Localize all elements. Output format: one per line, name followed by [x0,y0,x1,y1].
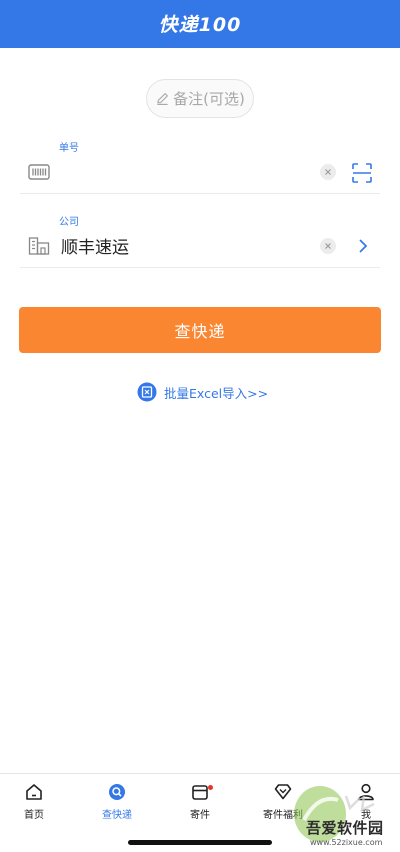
barcode-icon [28,164,50,180]
tab-query[interactable]: 查快递 [77,782,157,821]
pencil-icon [157,93,169,105]
tab-query-label: 查快递 [102,810,132,821]
tab-home[interactable]: 首页 [0,782,74,821]
scan-icon[interactable] [351,162,373,184]
tracking-number-input[interactable] [59,158,299,186]
tab-send-label: 寄件 [190,810,210,821]
tracking-field-row [20,150,380,194]
tab-home-label: 首页 [24,810,44,821]
app-header: 快递100 [0,0,400,48]
clear-company-icon[interactable] [320,238,336,254]
clear-tracking-icon[interactable] [320,164,336,180]
home-icon [26,784,42,800]
company-value: 顺丰速运 [61,238,129,258]
building-icon [28,237,50,255]
remark-label: 备注(可选) [173,90,245,108]
excel-icon [137,382,157,402]
watermark-url: www.52zixue.com [310,838,383,847]
excel-import-label: 批量Excel导入>> [164,385,269,401]
query-express-button[interactable]: 查快递 [19,307,381,353]
home-indicator [128,840,272,845]
chevron-right-icon[interactable] [356,238,370,254]
tab-send[interactable]: 寄件 [160,782,240,821]
package-icon [192,785,208,800]
excel-import-link[interactable]: 批量Excel导入>> [137,381,268,403]
watermark-text: 吾爱软件园 [306,819,384,837]
notification-dot [208,785,213,790]
company-field-row[interactable]: 顺丰速运 [20,224,380,268]
search-icon [109,784,125,800]
remark-button[interactable]: 备注(可选) [146,79,254,118]
app-logo: 快递100 [158,14,242,36]
